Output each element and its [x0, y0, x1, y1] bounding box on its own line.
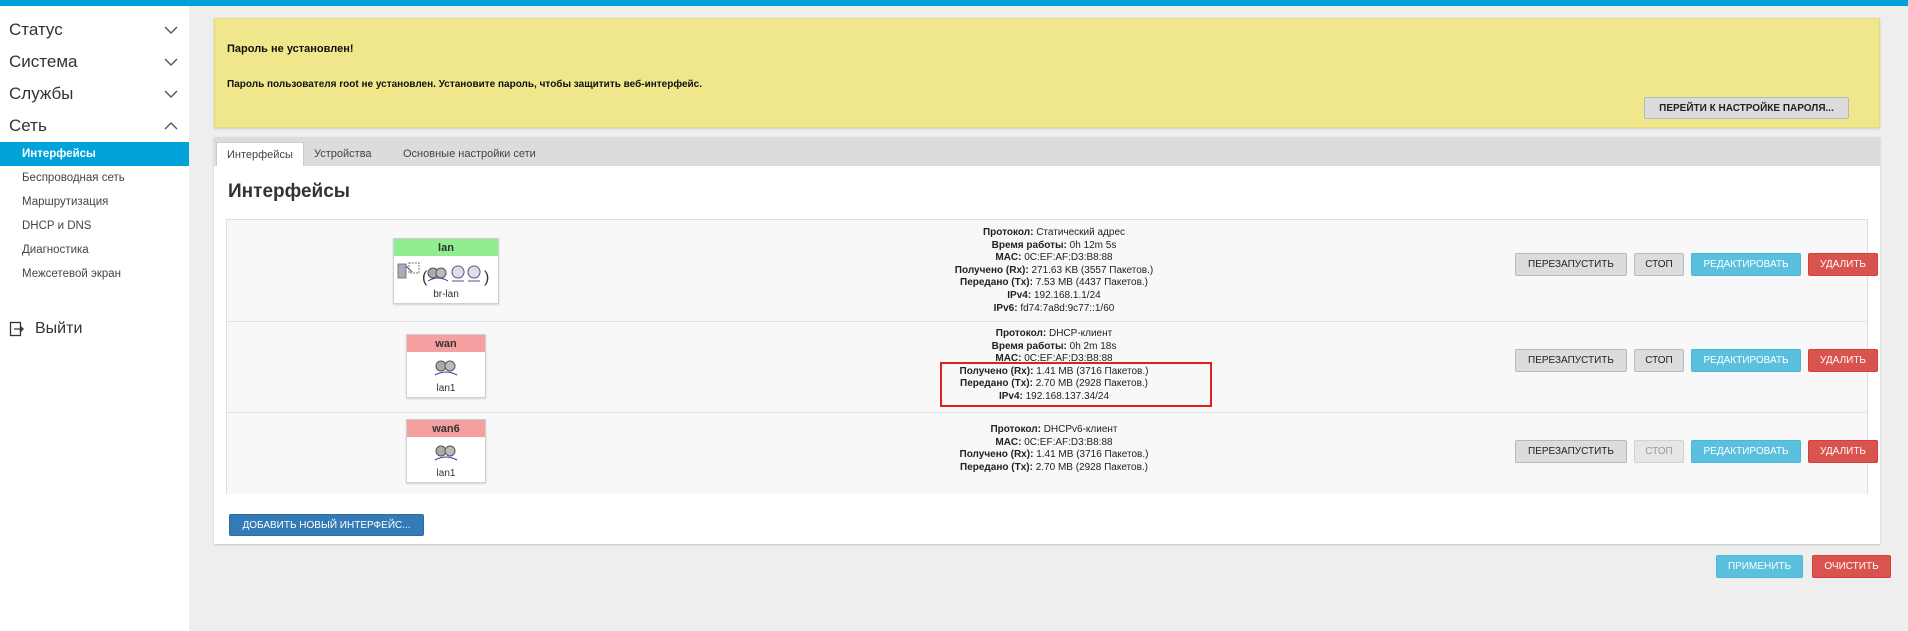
menu-services[interactable]: Службы	[0, 78, 189, 110]
delete-button[interactable]: УДАЛИТЬ	[1808, 440, 1878, 463]
sidebar-item-diagnostics[interactable]: Диагностика	[0, 238, 189, 262]
restart-button[interactable]: ПЕРЕЗАПУСТИТЬ	[1515, 253, 1627, 276]
chevron-up-icon	[164, 122, 178, 130]
interface-badge-wan: wan lan1	[406, 334, 486, 398]
highlight-annotation-box	[940, 362, 1212, 407]
table-row-wan6: wan6 lan1 Протокол: DHCPv6-клиент MAC: 0…	[227, 413, 1878, 494]
info-line: MAC: 0C:EF:AF:D3:B8:88	[995, 436, 1113, 448]
interfaces-panel: Интерфейсы Устройства Основные настройки…	[214, 137, 1880, 544]
info-line: Протокол: DHCP-клиент	[995, 328, 1113, 339]
interface-badge-lan: lan ( ) br-lan	[393, 238, 499, 304]
info-line: Протокол: Статический адрес	[982, 227, 1126, 238]
add-interface-button[interactable]: ДОБАВИТЬ НОВЫЙ ИНТЕРФЕЙС...	[229, 514, 424, 536]
interface-device: br-lan	[433, 289, 459, 300]
bridge-icons: ( )	[394, 261, 498, 287]
info-line: Получено (Rx): 1.41 MB (3716 Пакетов.)	[959, 449, 1149, 461]
ethernet-port-icon	[434, 445, 458, 461]
info-line: Время работы: 0h 12m 5s	[991, 239, 1117, 251]
tab-bar: Интерфейсы Устройства Основные настройки…	[214, 137, 1880, 166]
menu-network[interactable]: Сеть	[0, 110, 189, 142]
edit-button[interactable]: РЕДАКТИРОВАТЬ	[1691, 440, 1801, 463]
menu-services-label: Службы	[9, 84, 74, 103]
stop-button-disabled: СТОП	[1634, 440, 1684, 463]
ethernet-icons	[407, 442, 485, 464]
logout-label: Выйти	[35, 320, 83, 337]
interface-badge-wan6: wan6 lan1	[406, 419, 486, 483]
stop-button[interactable]: СТОП	[1634, 253, 1684, 276]
tab-devices[interactable]: Устройства	[304, 142, 382, 166]
warning-title: Пароль не установлен!	[227, 43, 354, 55]
ethernet-port-icon	[434, 360, 458, 376]
interface-device: lan1	[436, 383, 456, 394]
page-title: Интерфейсы	[228, 181, 351, 202]
info-line: Передано (Tx): 7.53 MB (4437 Пакетов.)	[960, 277, 1148, 289]
interface-info-lan: Протокол: Статический адрес Время работы…	[854, 227, 1254, 315]
goto-password-settings-button[interactable]: ПЕРЕЙТИ К НАСТРОЙКЕ ПАРОЛЯ...	[1644, 97, 1849, 119]
bridge-icon: ( )	[397, 262, 489, 286]
warning-text: Пароль пользователя root не установлен. …	[227, 79, 703, 90]
interface-name: wan6	[407, 420, 485, 437]
info-line: Получено (Rx): 271.63 KB (3557 Пакетов.)	[954, 264, 1154, 276]
apply-button[interactable]: ПРИМЕНИТЬ	[1716, 555, 1803, 578]
info-line: Время работы: 0h 2m 18s	[991, 340, 1117, 352]
edit-button[interactable]: РЕДАКТИРОВАТЬ	[1691, 253, 1801, 276]
menu-network-label: Сеть	[9, 116, 47, 135]
reset-button[interactable]: ОЧИСТИТЬ	[1812, 555, 1891, 578]
network-submenu: Интерфейсы Беспроводная сеть Маршрутизац…	[0, 142, 189, 286]
svg-text:): )	[484, 269, 489, 286]
info-line: IPv6: fd74:7a8d:9c77::1/60	[993, 302, 1115, 314]
interface-device: lan1	[436, 468, 456, 479]
menu-system[interactable]: Система	[0, 46, 189, 78]
info-line: Передано (Tx): 2.70 MB (2928 Пакетов.)	[960, 461, 1148, 473]
tab-interfaces[interactable]: Интерфейсы	[216, 142, 304, 166]
restart-button[interactable]: ПЕРЕЗАПУСТИТЬ	[1515, 440, 1627, 463]
interfaces-table: lan ( ) br-lan Протокол: Статический адр…	[226, 219, 1878, 494]
interface-name: lan	[394, 239, 498, 256]
menu-status[interactable]: Статус	[0, 14, 189, 46]
info-line: Протокол: DHCPv6-клиент	[990, 424, 1118, 435]
menu-status-label: Статус	[9, 20, 63, 39]
chevron-down-icon	[164, 26, 178, 34]
tab-global-network-options[interactable]: Основные настройки сети	[393, 142, 546, 166]
svg-text:(: (	[422, 269, 428, 286]
sidebar-item-wireless[interactable]: Беспроводная сеть	[0, 166, 189, 190]
logout-icon	[9, 321, 24, 337]
chevron-down-icon	[164, 58, 178, 66]
chevron-down-icon	[164, 90, 178, 98]
ethernet-icons	[407, 357, 485, 379]
interface-name: wan	[407, 335, 485, 352]
sidebar-item-firewall[interactable]: Межсетевой экран	[0, 262, 189, 286]
sidebar-item-dhcp-dns[interactable]: DHCP и DNS	[0, 214, 189, 238]
stop-button[interactable]: СТОП	[1634, 349, 1684, 372]
info-line: MAC: 0C:EF:AF:D3:B8:88	[995, 252, 1113, 264]
sidebar-item-routing[interactable]: Маршрутизация	[0, 190, 189, 214]
menu-system-label: Система	[9, 52, 78, 71]
main-content: Пароль не установлен! Пароль пользовател…	[189, 6, 1908, 631]
info-line: IPv4: 192.168.1.1/24	[1007, 289, 1101, 301]
password-warning-alert: Пароль не установлен! Пароль пользовател…	[214, 18, 1880, 128]
logout-link[interactable]: Выйти	[9, 320, 82, 338]
interface-info-wan6: Протокол: DHCPv6-клиент MAC: 0C:EF:AF:D3…	[854, 424, 1254, 474]
sidebar: Статус Система Службы Сеть Интерфейсы Бе…	[0, 6, 189, 631]
restart-button[interactable]: ПЕРЕЗАПУСТИТЬ	[1515, 349, 1627, 372]
edit-button[interactable]: РЕДАКТИРОВАТЬ	[1691, 349, 1801, 372]
delete-button[interactable]: УДАЛИТЬ	[1808, 349, 1878, 372]
table-row-lan: lan ( ) br-lan Протокол: Статический адр…	[227, 220, 1878, 322]
delete-button[interactable]: УДАЛИТЬ	[1808, 253, 1878, 276]
sidebar-item-interfaces[interactable]: Интерфейсы	[0, 142, 189, 166]
